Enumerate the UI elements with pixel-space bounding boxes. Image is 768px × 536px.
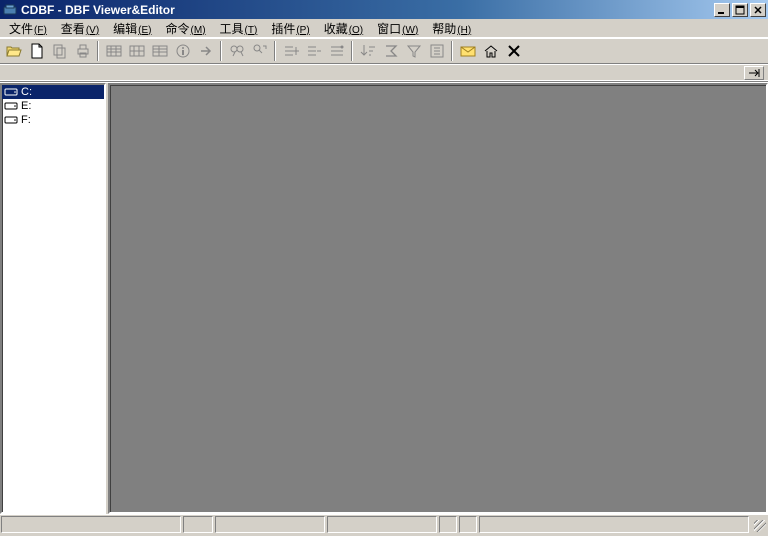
menu-help[interactable]: 帮助(H): [425, 19, 478, 38]
minimize-button[interactable]: [714, 3, 730, 17]
menu-window[interactable]: 窗口(W): [370, 19, 425, 38]
close-all-button[interactable]: [502, 40, 525, 62]
drive-item-e[interactable]: E:: [2, 99, 104, 113]
menu-tools[interactable]: 工具(T): [213, 19, 265, 38]
status-bar: [0, 514, 768, 534]
status-panel-main: [1, 516, 181, 533]
resize-grip[interactable]: [751, 516, 767, 533]
replace-button[interactable]: [248, 40, 271, 62]
drive-label: C:: [21, 86, 32, 98]
open-button[interactable]: [2, 40, 25, 62]
print-button[interactable]: [71, 40, 94, 62]
status-panel: [459, 516, 477, 533]
status-panel: [215, 516, 325, 533]
status-panel: [183, 516, 213, 533]
status-panel: [479, 516, 749, 533]
drive-icon: [4, 86, 19, 98]
menu-plugin[interactable]: 插件(P): [264, 19, 316, 38]
menu-view[interactable]: 查看(V): [54, 19, 106, 38]
sort-desc-button[interactable]: [356, 40, 379, 62]
drive-icon: [4, 114, 19, 126]
status-panel: [439, 516, 457, 533]
toolbar-separator: [97, 41, 99, 61]
home-button[interactable]: [479, 40, 502, 62]
info-button[interactable]: [171, 40, 194, 62]
drive-label: F:: [21, 114, 31, 126]
sum-button[interactable]: [379, 40, 402, 62]
drive-icon: [4, 100, 19, 112]
grid-button-2[interactable]: [125, 40, 148, 62]
status-panel: [327, 516, 437, 533]
window-title: CDBF - DBF Viewer&Editor: [21, 3, 712, 17]
pin-button[interactable]: [744, 66, 764, 80]
filter-button[interactable]: [402, 40, 425, 62]
work-area: C: E: F:: [0, 82, 768, 514]
toolbar: [0, 38, 768, 64]
grid-button-1[interactable]: [102, 40, 125, 62]
drive-item-c[interactable]: C:: [2, 85, 104, 99]
toolbar-separator: [220, 41, 222, 61]
toolbar-separator: [351, 41, 353, 61]
settings-button[interactable]: [425, 40, 448, 62]
menu-favorites[interactable]: 收藏(O): [317, 19, 370, 38]
mail-button[interactable]: [456, 40, 479, 62]
menu-command[interactable]: 命令(M): [159, 19, 213, 38]
edit-row-button[interactable]: [325, 40, 348, 62]
sub-toolbar: [0, 64, 768, 82]
new-button[interactable]: [25, 40, 48, 62]
duplicate-button[interactable]: [48, 40, 71, 62]
drive-item-f[interactable]: F:: [2, 113, 104, 127]
toolbar-separator: [451, 41, 453, 61]
find-button[interactable]: [225, 40, 248, 62]
form-button[interactable]: [148, 40, 171, 62]
menu-file[interactable]: 文件(F): [2, 19, 54, 38]
maximize-button[interactable]: [732, 3, 748, 17]
toolbar-separator: [274, 41, 276, 61]
app-icon: [2, 2, 18, 18]
menu-bar: 文件(F) 查看(V) 编辑(E) 命令(M) 工具(T) 插件(P) 收藏(O…: [0, 19, 768, 38]
close-button[interactable]: [750, 3, 766, 17]
title-bar: CDBF - DBF Viewer&Editor: [0, 0, 768, 19]
menu-edit[interactable]: 编辑(E): [106, 19, 158, 38]
delete-row-button[interactable]: [302, 40, 325, 62]
forward-button[interactable]: [194, 40, 217, 62]
drive-label: E:: [21, 100, 31, 112]
drive-tree[interactable]: C: E: F:: [0, 83, 106, 514]
insert-row-button[interactable]: [279, 40, 302, 62]
content-pane: [108, 83, 768, 514]
